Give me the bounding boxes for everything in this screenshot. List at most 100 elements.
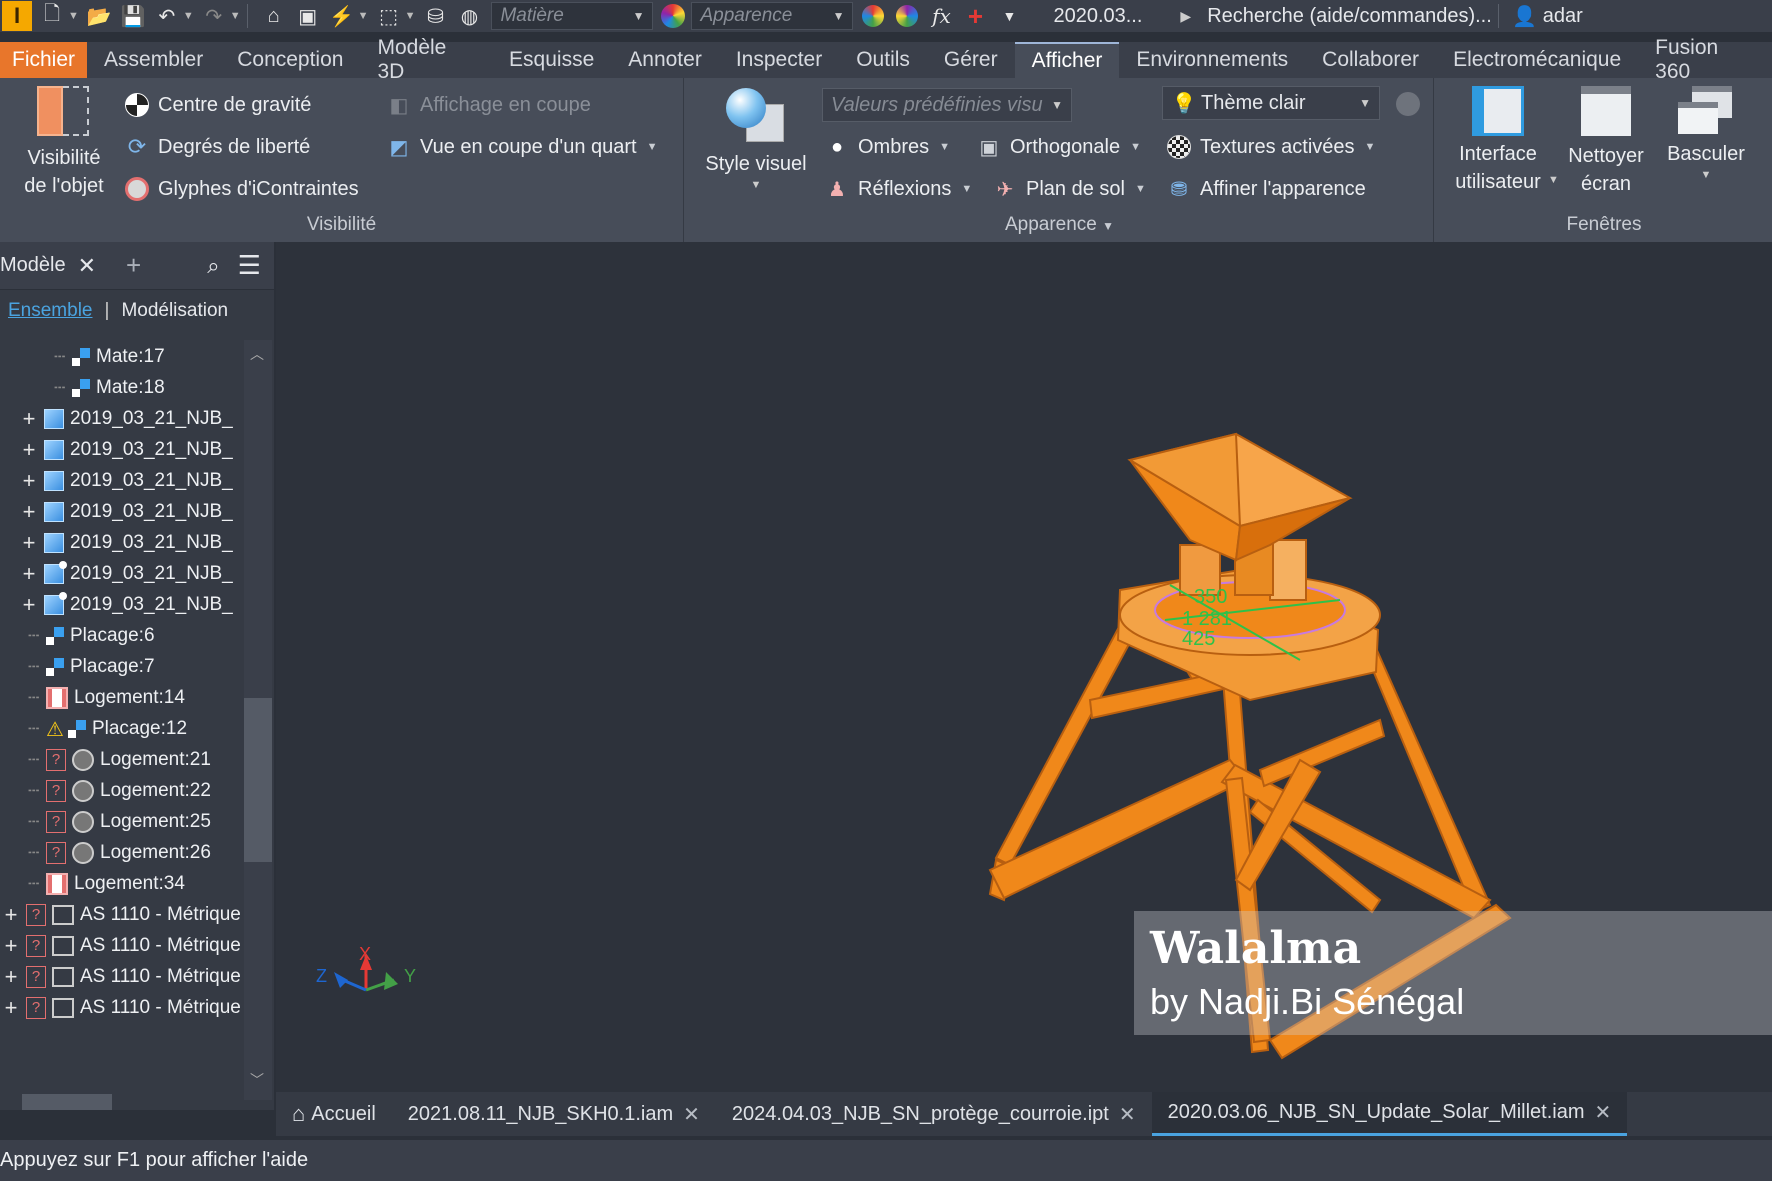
textures-dropdown-icon[interactable]: ▼ [1365,141,1376,153]
expand-icon[interactable]: + [18,530,40,556]
open-folder-icon[interactable]: 📂 [85,1,113,31]
tab-conception[interactable]: Conception [220,42,360,78]
app-logo[interactable]: I [2,1,32,31]
adjust-color-icon[interactable] [859,1,887,31]
scroll-down-icon[interactable]: ﹀ [250,1070,264,1090]
orthographic-button[interactable]: ▣ Orthogonale ▼ [976,134,1141,160]
tree-item[interactable]: ┄ Placage:7 [0,650,155,684]
redo-icon[interactable]: ↷ [200,1,228,31]
tab-assembly[interactable]: Ensemble [8,300,93,322]
tree-item[interactable]: ┄? Logement:21 [0,743,211,777]
tree-item[interactable]: ┄? Logement:26 [0,836,211,870]
close-icon[interactable]: ✕ [1119,1102,1136,1127]
browser-title[interactable]: Modèle [0,254,66,277]
h-scroll-thumb[interactable] [22,1094,112,1110]
close-icon[interactable]: ✕ [1595,1100,1612,1125]
theme-combo[interactable]: 💡 Thème clair ▼ [1162,86,1380,120]
clear-color-icon[interactable] [893,1,921,31]
tree-item[interactable]: +? AS 1110 - Métrique [0,960,241,994]
switch-dropdown-icon[interactable]: ▼ [1656,168,1756,182]
select-icon[interactable]: ⬚ [375,1,403,31]
home-icon[interactable]: ⌂ [260,1,288,31]
tab-home[interactable]: ⌂ Accueil [276,1092,392,1136]
visual-style-button[interactable]: Style visuel ▼ [686,88,826,192]
tree-item[interactable]: ┄ Mate:18 [0,371,165,405]
chevron-right-icon[interactable]: ▶ [1180,8,1191,25]
clean-screen-button[interactable]: Nettoyer écran [1558,86,1654,198]
expand-icon[interactable]: + [18,499,40,525]
tree-item[interactable]: ┄ ⚠ Placage:12 [0,712,187,746]
search-help-field[interactable]: Recherche (aide/commandes)... [1207,5,1492,28]
tab-document-1[interactable]: 2021.08.11_NJB_SKH0.1.iam ✕ [392,1092,716,1136]
tab-annoter[interactable]: Annoter [611,42,719,78]
scroll-thumb[interactable] [244,698,272,862]
tab-document-2[interactable]: 2024.04.03_NJB_SN_protège_courroie.ipt ✕ [716,1092,1152,1136]
tree-item[interactable]: +2019_03_21_NJB_ [0,526,233,560]
tree-item[interactable]: +? AS 1110 - Métrique [0,991,241,1025]
theme-toggle-icon[interactable] [1396,92,1420,116]
user-interface-button[interactable]: Interface utilisateur [1442,86,1554,196]
expand-icon[interactable]: + [0,964,22,990]
quarter-section-button[interactable]: ◩ Vue en coupe d'un quart ▼ [386,134,658,160]
tree-item[interactable]: ┄ Placage:6 [0,619,155,653]
tree-item[interactable]: +2019_03_21_NJB_ [0,433,233,467]
ilogic-icon[interactable]: ⛁ [421,1,449,31]
search-icon[interactable]: ⌕ [207,253,219,279]
project-icon[interactable]: ▣ [294,1,322,31]
tree-item[interactable]: +2019_03_21_NJB_ [0,464,233,498]
tree-item[interactable]: ┄ Logement:14 [0,681,185,715]
tree-item[interactable]: +2019_03_21_NJB_ [0,495,233,529]
undo-icon[interactable]: ↶ [153,1,181,31]
tree-item[interactable]: +? AS 1110 - Métrique [0,929,241,963]
tree-item[interactable]: +? AS 1110 - Métrique [0,898,241,932]
tree-item[interactable]: ┄? Logement:25 [0,805,211,839]
expand-icon[interactable]: + [18,468,40,494]
tab-esquisse[interactable]: Esquisse [492,42,611,78]
tab-environnements[interactable]: Environnements [1119,42,1305,78]
menu-icon[interactable]: ☰ [238,250,261,281]
tab-fichier[interactable]: Fichier [0,42,88,78]
tab-inspecter[interactable]: Inspecter [719,42,839,78]
close-icon[interactable]: ✕ [683,1102,700,1127]
fx-icon[interactable]: fx [927,1,955,31]
new-file-icon[interactable]: 🗋 [38,1,66,31]
add-panel-icon[interactable]: + [126,250,141,281]
presets-combo[interactable]: Valeurs prédéfinies visu ▼ [822,88,1072,122]
tree-item[interactable]: ┄? Logement:22 [0,774,211,808]
user-icon[interactable]: 👤 [1511,1,1539,31]
textures-button[interactable]: Textures activées ▼ [1166,134,1375,160]
tab-document-3[interactable]: 2020.03.06_NJB_SN_Update_Solar_Millet.ia… [1151,1092,1628,1136]
ground-plane-button[interactable]: ✈ Plan de sol ▼ [992,176,1146,202]
center-of-gravity-button[interactable]: Centre de gravité [124,92,311,118]
user-name[interactable]: adar [1543,5,1583,28]
material-combo[interactable]: Matière ▼ [491,2,654,30]
tab-collaborer[interactable]: Collaborer [1305,42,1436,78]
tab-outils[interactable]: Outils [839,42,927,78]
close-icon[interactable]: ✕ [78,253,96,279]
chevron-down-icon[interactable]: ▼ [647,141,658,153]
tree-item[interactable]: ┄ Logement:34 [0,867,185,901]
expand-icon[interactable]: + [18,406,40,432]
customize-icon[interactable]: ▼ [995,1,1023,31]
expand-icon[interactable]: + [18,561,40,587]
tree-item[interactable]: ┄ Mate:17 [0,340,165,374]
section-view-button[interactable]: ◧ Affichage en coupe [386,92,591,118]
scroll-up-icon[interactable]: ︿ [250,344,264,364]
update-icon[interactable]: ⚡ [328,1,356,31]
object-visibility-button[interactable]: Visibilité de l'objet [12,86,116,200]
expand-icon[interactable]: + [18,592,40,618]
tab-modeling[interactable]: Modélisation [121,300,228,322]
degrees-of-freedom-button[interactable]: ⟳ Degrés de liberté [124,134,311,160]
color-wheel-icon[interactable] [659,1,687,31]
tab-afficher[interactable]: Afficher [1014,42,1120,78]
visual-style-dropdown-icon[interactable]: ▼ [686,178,826,192]
expand-icon[interactable]: + [0,933,22,959]
shadows-button[interactable]: ● Ombres ▼ [824,134,950,160]
appearance-group-label[interactable]: Apparence ▼ [686,214,1433,236]
tab-electrom-canique[interactable]: Electromécanique [1436,42,1638,78]
save-icon[interactable]: 💾 [119,1,147,31]
tab-fusion-360[interactable]: Fusion 360 [1638,36,1772,83]
vertical-scrollbar[interactable]: ︿ ﹀ [244,340,272,1100]
switch-button[interactable]: Basculer ▼ [1656,86,1756,182]
tab-mod-le-3d[interactable]: Modèle 3D [360,36,492,83]
